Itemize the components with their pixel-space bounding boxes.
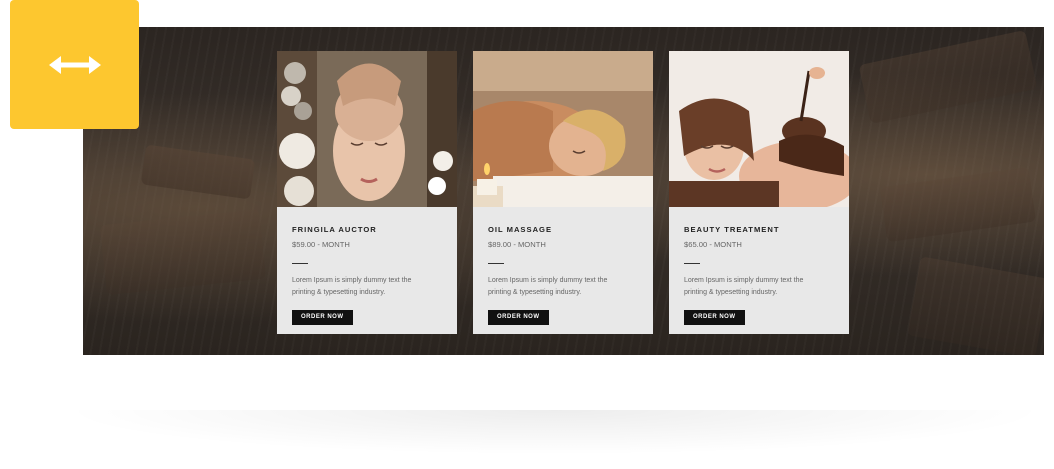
card-price: $65.00 - MONTH	[684, 240, 742, 249]
order-now-button[interactable]: ORDER NOW	[292, 310, 353, 325]
divider	[292, 263, 308, 264]
resize-badge[interactable]	[10, 0, 139, 129]
service-card-3: BEAUTY TREATMENT $65.00 - MONTH Lorem Ip…	[669, 51, 849, 334]
card-description: Lorem Ipsum is simply dummy text the pri…	[488, 277, 608, 296]
service-card-2: OIL MASSAGE $89.00 - MONTH Lorem Ipsum i…	[473, 51, 653, 334]
order-now-button[interactable]: ORDER NOW	[488, 310, 549, 325]
page: FRINGILA AUCTOR $59.00 - MONTH Lorem Ips…	[0, 0, 1054, 469]
service-card-1: FRINGILA AUCTOR $59.00 - MONTH Lorem Ips…	[277, 51, 457, 334]
card-title: BEAUTY TREATMENT	[684, 225, 780, 234]
card-price: $89.00 - MONTH	[488, 240, 546, 249]
card-price: $59.00 - MONTH	[292, 240, 350, 249]
horizontal-resize-arrow-icon	[48, 55, 101, 74]
divider	[684, 263, 700, 264]
card-description: Lorem Ipsum is simply dummy text the pri…	[684, 277, 804, 296]
chocolate-treatment-photo	[669, 51, 849, 207]
back-massage-photo	[473, 51, 653, 207]
card-title: OIL MASSAGE	[488, 225, 553, 234]
card-description: Lorem Ipsum is simply dummy text the pri…	[292, 277, 412, 296]
drop-shadow	[60, 410, 1050, 455]
face-massage-photo	[277, 51, 457, 207]
order-now-button[interactable]: ORDER NOW	[684, 310, 745, 325]
card-title: FRINGILA AUCTOR	[292, 225, 377, 234]
divider	[488, 263, 504, 264]
